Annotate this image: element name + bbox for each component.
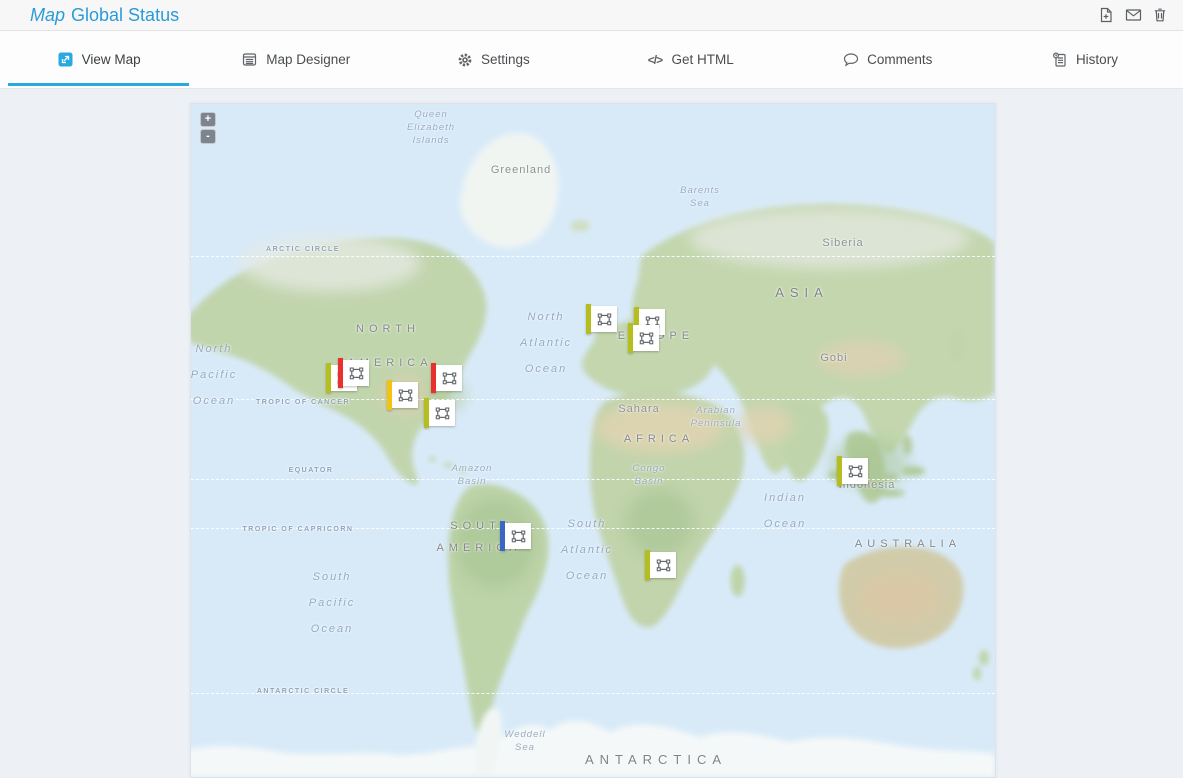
map-marker[interactable] bbox=[645, 550, 676, 580]
marker-icon bbox=[591, 306, 617, 332]
marker-icon bbox=[505, 523, 531, 549]
map-marker[interactable] bbox=[431, 363, 462, 393]
tab-label: Settings bbox=[481, 52, 530, 67]
page-title: Map Global Status bbox=[30, 5, 179, 26]
marker-icon bbox=[842, 458, 868, 484]
marker-icon bbox=[343, 360, 369, 386]
tab-label: History bbox=[1076, 52, 1118, 67]
tab-comments[interactable]: Comments bbox=[789, 31, 986, 88]
tab-get-html[interactable]: Get HTML bbox=[592, 31, 789, 88]
gear-icon bbox=[456, 51, 473, 68]
grid-icon bbox=[241, 51, 258, 68]
map-marker[interactable] bbox=[424, 398, 455, 428]
code-icon bbox=[646, 51, 663, 68]
map-zoom-control: + - bbox=[200, 112, 216, 144]
map-view-icon bbox=[57, 51, 74, 68]
envelope-icon[interactable] bbox=[1124, 6, 1142, 24]
marker-icon bbox=[392, 382, 418, 408]
marker-icon bbox=[633, 325, 659, 351]
marker-layer bbox=[191, 104, 995, 777]
zoom-in-button[interactable]: + bbox=[200, 112, 216, 127]
tab-label: Comments bbox=[867, 52, 932, 67]
map-marker[interactable] bbox=[628, 323, 659, 353]
marker-icon bbox=[429, 400, 455, 426]
history-icon bbox=[1051, 51, 1068, 68]
tab-settings[interactable]: Settings bbox=[394, 31, 591, 88]
zoom-out-button[interactable]: - bbox=[200, 129, 216, 144]
tab-label: View Map bbox=[82, 52, 141, 67]
content-area: ARCTIC CIRCLE TROPIC OF CANCER EQUATOR T… bbox=[0, 89, 1183, 778]
tab-label: Get HTML bbox=[671, 52, 733, 67]
page-header: Map Global Status bbox=[0, 0, 1183, 31]
map-marker[interactable] bbox=[837, 456, 868, 486]
marker-icon bbox=[436, 365, 462, 391]
trash-icon[interactable] bbox=[1151, 6, 1169, 24]
header-actions bbox=[1097, 6, 1169, 24]
tab-label: Map Designer bbox=[266, 52, 350, 67]
map-marker[interactable] bbox=[338, 358, 369, 388]
map-marker[interactable] bbox=[387, 380, 418, 410]
tab-history[interactable]: History bbox=[986, 31, 1183, 88]
marker-icon bbox=[650, 552, 676, 578]
document-plus-icon[interactable] bbox=[1097, 6, 1115, 24]
page-title-prefix: Map bbox=[30, 5, 65, 25]
speech-bubble-icon bbox=[842, 51, 859, 68]
map-panel: ARCTIC CIRCLE TROPIC OF CANCER EQUATOR T… bbox=[190, 103, 996, 778]
tab-view-map[interactable]: View Map bbox=[0, 31, 197, 88]
tab-map-designer[interactable]: Map Designer bbox=[197, 31, 394, 88]
tab-bar: View Map Map Designer Settings Get HTML … bbox=[0, 31, 1183, 89]
page-title-text: Global Status bbox=[71, 5, 179, 25]
map-marker[interactable] bbox=[500, 521, 531, 551]
map-marker[interactable] bbox=[586, 304, 617, 334]
